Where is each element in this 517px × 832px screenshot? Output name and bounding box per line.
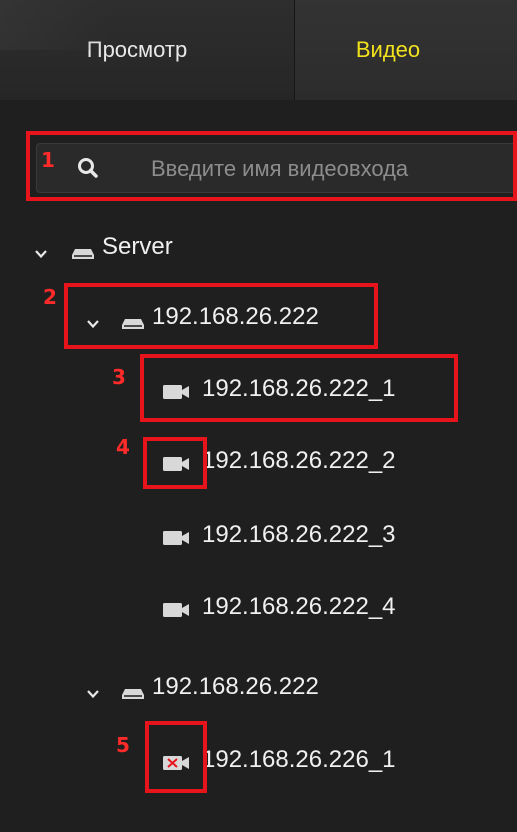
annotation-number-2: 2 — [43, 285, 57, 309]
device-tree-panel: Просмотр Видео Server — [0, 0, 517, 832]
tree-channel[interactable]: 192.168.26.222_4 — [162, 587, 396, 627]
tree-node-label: 192.168.26.222 — [152, 673, 319, 700]
server-icon — [120, 680, 146, 699]
tree-node-device[interactable]: 192.168.26.222 — [86, 667, 319, 707]
tree-node-server[interactable]: Server — [34, 227, 173, 267]
chevron-down-icon[interactable] — [86, 310, 100, 329]
tab-view[interactable]: Просмотр — [0, 0, 295, 100]
tree-channel-label: 192.168.26.222_4 — [202, 593, 396, 620]
annotation-number-3: 3 — [112, 365, 126, 389]
tree-channel[interactable]: 192.168.26.222_2 — [162, 441, 396, 481]
tree-channel-label: 192.168.26.222_3 — [202, 521, 396, 548]
tab-video[interactable]: Видео — [295, 0, 517, 100]
chevron-down-icon[interactable] — [86, 680, 100, 699]
search-box[interactable] — [36, 143, 517, 194]
annotation-number-4: 4 — [116, 435, 130, 459]
tree-node-device[interactable]: 192.168.26.222 — [86, 297, 319, 337]
camera-icon — [162, 452, 190, 471]
chevron-down-icon[interactable] — [34, 240, 48, 259]
search-icon[interactable] — [77, 157, 99, 179]
camera-icon — [162, 526, 190, 545]
tree-channel[interactable]: 192.168.26.222_3 — [162, 515, 396, 555]
tree-channel[interactable]: 192.168.26.222_1 — [162, 369, 396, 409]
tree-channel-label: 192.168.26.226_1 — [202, 746, 396, 773]
tab-bar: Просмотр Видео — [0, 0, 517, 100]
server-icon — [120, 310, 146, 329]
tree-channel[interactable]: 192.168.26.226_1 — [162, 740, 396, 780]
tab-video-label: Видео — [355, 37, 421, 62]
tree-node-label: Server — [102, 233, 173, 260]
search-input[interactable] — [149, 144, 517, 194]
camera-offline-icon — [162, 751, 190, 770]
camera-icon — [162, 380, 190, 399]
tree-channel-label: 192.168.26.222_1 — [202, 375, 396, 402]
tab-view-label: Просмотр — [86, 37, 188, 62]
tree-node-label: 192.168.26.222 — [152, 303, 319, 330]
camera-icon — [162, 598, 190, 617]
server-icon — [70, 240, 96, 259]
annotation-number-5: 5 — [116, 733, 130, 757]
tree-channel-label: 192.168.26.222_2 — [202, 447, 396, 474]
